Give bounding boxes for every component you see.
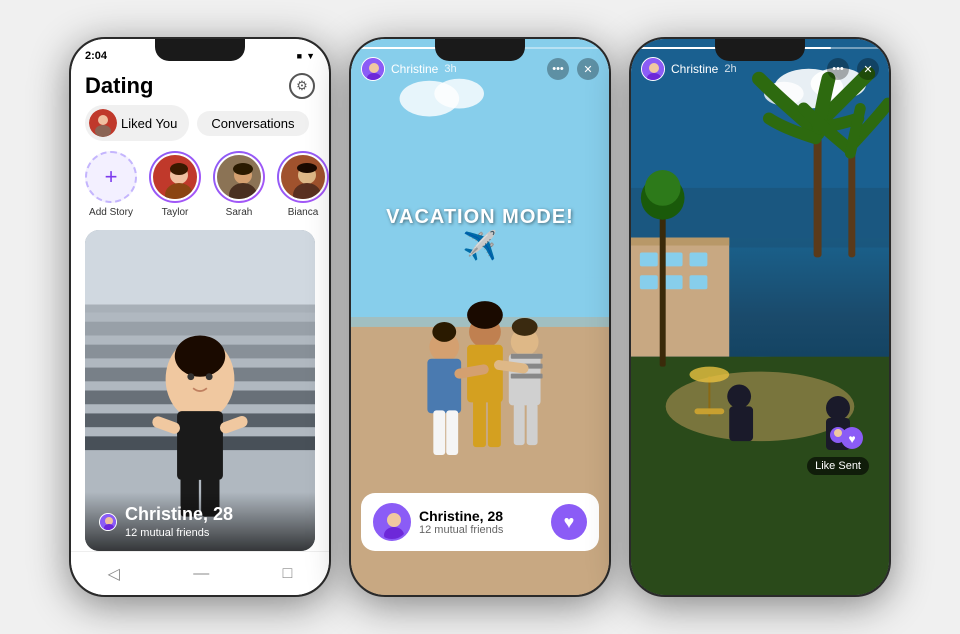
story-user-info-2: Christine 3h — [361, 57, 457, 81]
tabs-row: Liked You Conversations — [71, 105, 329, 151]
app-title: Dating — [85, 73, 153, 99]
phone2-screen: Christine 3h ••• ✕ VACATION MODE! ✈️ — [351, 39, 609, 595]
card-avatar-badge — [99, 513, 117, 531]
story-bg-resort — [631, 39, 889, 595]
bianca-avatar-wrap — [277, 151, 329, 203]
story-user-avatar-2 — [361, 57, 385, 81]
story-header-row-3: Christine 2h ••• ✕ — [641, 57, 879, 81]
phone-2: Christine 3h ••• ✕ VACATION MODE! ✈️ — [349, 37, 611, 597]
story-more-button-3[interactable]: ••• — [827, 58, 849, 80]
taylor-avatar-wrap — [149, 151, 201, 203]
add-story-button[interactable]: + — [85, 151, 137, 203]
bianca-avatar — [279, 153, 327, 201]
taylor-name: Taylor — [162, 207, 189, 218]
conversations-label: Conversations — [211, 116, 294, 131]
main-profile-card[interactable]: Christine, 28 12 mutual friends — [85, 230, 315, 551]
like-sent-label: Like Sent — [807, 457, 869, 475]
story-controls-2: ••• ✕ — [547, 58, 599, 80]
story-card-name-2: Christine, 28 — [419, 508, 551, 524]
story-close-button-2[interactable]: ✕ — [577, 58, 599, 80]
nav-bar-1: ◁ — □ — [71, 551, 329, 595]
story-card-avatar-2 — [373, 503, 411, 541]
sarah-avatar — [215, 153, 263, 201]
story-top-bar-2: Christine 3h ••• ✕ — [351, 39, 609, 85]
home-nav-icon[interactable]: — — [193, 565, 209, 583]
signal-icon: ▼ — [306, 51, 315, 61]
svg-text:♥: ♥ — [849, 432, 856, 446]
card-person-name: Christine, 28 — [125, 504, 233, 525]
phone-3: Christine 2h ••• ✕ ♥ — [629, 37, 891, 597]
story-username-3: Christine — [671, 62, 718, 76]
like-sent-figure: ♥ — [812, 393, 864, 453]
story-user-info-3: Christine 2h — [641, 57, 737, 81]
add-story-label: Add Story — [89, 207, 133, 218]
bianca-name: Bianca — [288, 207, 319, 218]
sarah-avatar-wrap — [213, 151, 265, 203]
story-text-overlay-2: VACATION MODE! ✈️ — [351, 206, 609, 262]
story-user-avatar-3 — [641, 57, 665, 81]
story-sarah[interactable]: Sarah — [213, 151, 265, 218]
tab-liked-avatar — [89, 109, 117, 137]
story-progress-fill-3 — [641, 47, 831, 49]
taylor-avatar — [151, 153, 199, 201]
like-sent-overlay: ♥ Like Sent — [807, 393, 869, 475]
card-mutual-friends: 12 mutual friends — [125, 527, 233, 539]
story-taylor[interactable]: Taylor — [149, 151, 201, 218]
story-controls-3: ••• ✕ — [827, 58, 879, 80]
like-button-2[interactable]: ♥ — [551, 504, 587, 540]
tab-conversations[interactable]: Conversations — [197, 111, 308, 136]
phone3-screen: Christine 2h ••• ✕ ♥ — [631, 39, 889, 595]
story-top-bar-3: Christine 2h ••• ✕ — [631, 39, 889, 85]
settings-button[interactable]: ⚙ — [289, 73, 315, 99]
app-header: Dating ⚙ — [71, 67, 329, 105]
phone1-screen: 2:04 ■ ▼ Dating ⚙ Liked You — [71, 39, 329, 595]
story-close-button-3[interactable]: ✕ — [857, 58, 879, 80]
story-progress-fill-2 — [361, 47, 504, 49]
stories-row: + Add Story Taylor — [71, 151, 329, 230]
story-card-mutual-2: 12 mutual friends — [419, 524, 551, 536]
story-add[interactable]: + Add Story — [85, 151, 137, 218]
story-card-info-2: Christine, 28 12 mutual friends — [419, 508, 551, 536]
card-info-overlay: Christine, 28 12 mutual friends — [85, 492, 315, 551]
story-username-2: Christine — [391, 62, 438, 76]
phone-1: 2:04 ■ ▼ Dating ⚙ Liked You — [69, 37, 331, 597]
story-more-button-2[interactable]: ••• — [547, 58, 569, 80]
story-bianca[interactable]: Bianca — [277, 151, 329, 218]
story-time-2: 3h — [444, 63, 456, 75]
tab-liked-you[interactable]: Liked You — [85, 105, 189, 141]
vacation-text: VACATION MODE! — [371, 206, 589, 229]
sarah-name: Sarah — [226, 207, 253, 218]
status-bar-1: 2:04 ■ ▼ — [71, 39, 329, 67]
story-time-3: 2h — [724, 63, 736, 75]
story-progress-3 — [641, 47, 879, 49]
battery-icon: ■ — [297, 51, 302, 61]
story-bottom-card-2: Christine, 28 12 mutual friends ♥ — [361, 493, 599, 551]
status-time-1: 2:04 — [85, 50, 107, 62]
vacation-emoji: ✈️ — [371, 229, 589, 262]
story-progress-2 — [361, 47, 599, 49]
liked-you-label: Liked You — [121, 116, 177, 131]
status-icons-1: ■ ▼ — [297, 51, 315, 61]
story-header-row-2: Christine 3h ••• ✕ — [361, 57, 599, 81]
recent-nav-icon[interactable]: □ — [283, 565, 293, 583]
back-nav-icon[interactable]: ◁ — [108, 564, 120, 584]
